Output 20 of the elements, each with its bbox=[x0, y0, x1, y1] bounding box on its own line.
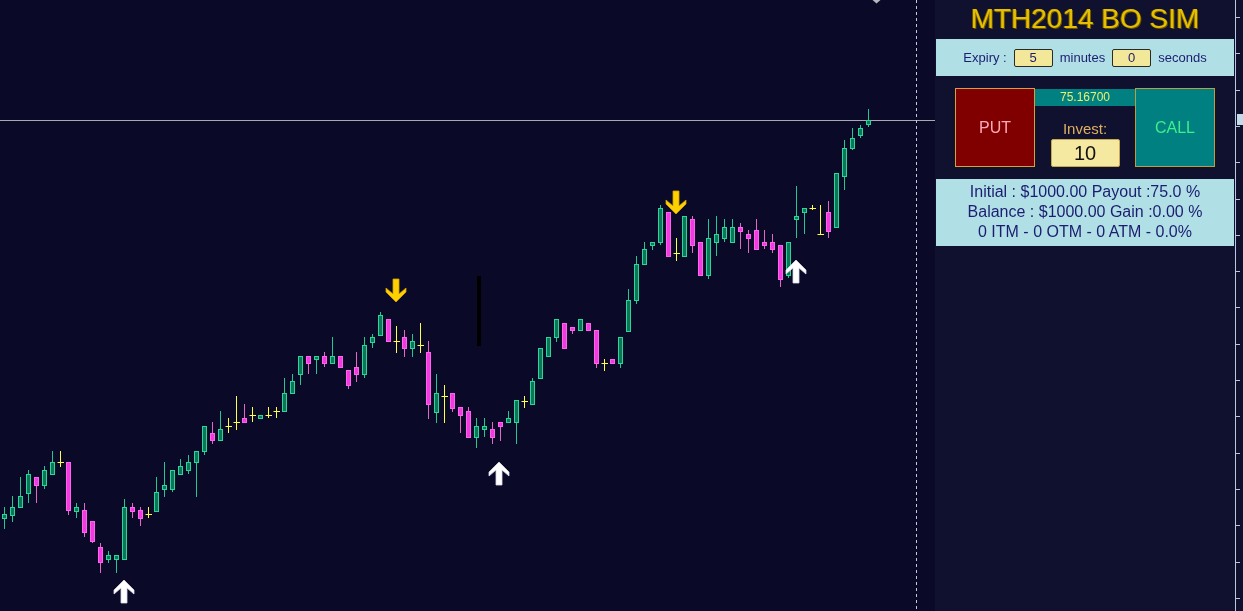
put-button[interactable]: PUT bbox=[955, 88, 1035, 167]
minutes-label: minutes bbox=[1059, 49, 1106, 66]
up-arrow-icon bbox=[785, 259, 807, 284]
expiry-label: Expiry : bbox=[963, 49, 1007, 66]
panel-title: MTH2014 BO SIM bbox=[969, 2, 1201, 36]
down-arrow-icon bbox=[665, 190, 687, 215]
invest-field[interactable]: 10 bbox=[1050, 139, 1120, 167]
invest-label: Invest: bbox=[1062, 120, 1108, 138]
seconds-label: seconds bbox=[1158, 49, 1207, 66]
summary-line: Initial : $1000.00 Payout :75.0 % bbox=[968, 182, 1202, 202]
price-marker-icon bbox=[1237, 114, 1243, 125]
up-arrow-icon bbox=[113, 579, 135, 604]
down-arrow-icon bbox=[385, 278, 407, 303]
seconds-field[interactable]: 0 bbox=[1112, 48, 1152, 67]
up-arrow-icon bbox=[488, 461, 510, 486]
price-display: 75.16700 bbox=[1035, 89, 1135, 106]
summary-line: 0 ITM - 0 OTM - 0 ATM - 0.0% bbox=[977, 222, 1193, 242]
minutes-field[interactable]: 5 bbox=[1013, 48, 1053, 67]
marker-icon bbox=[872, 0, 881, 4]
summary-line: Balance : $1000.00 Gain :0.00 % bbox=[966, 202, 1204, 222]
